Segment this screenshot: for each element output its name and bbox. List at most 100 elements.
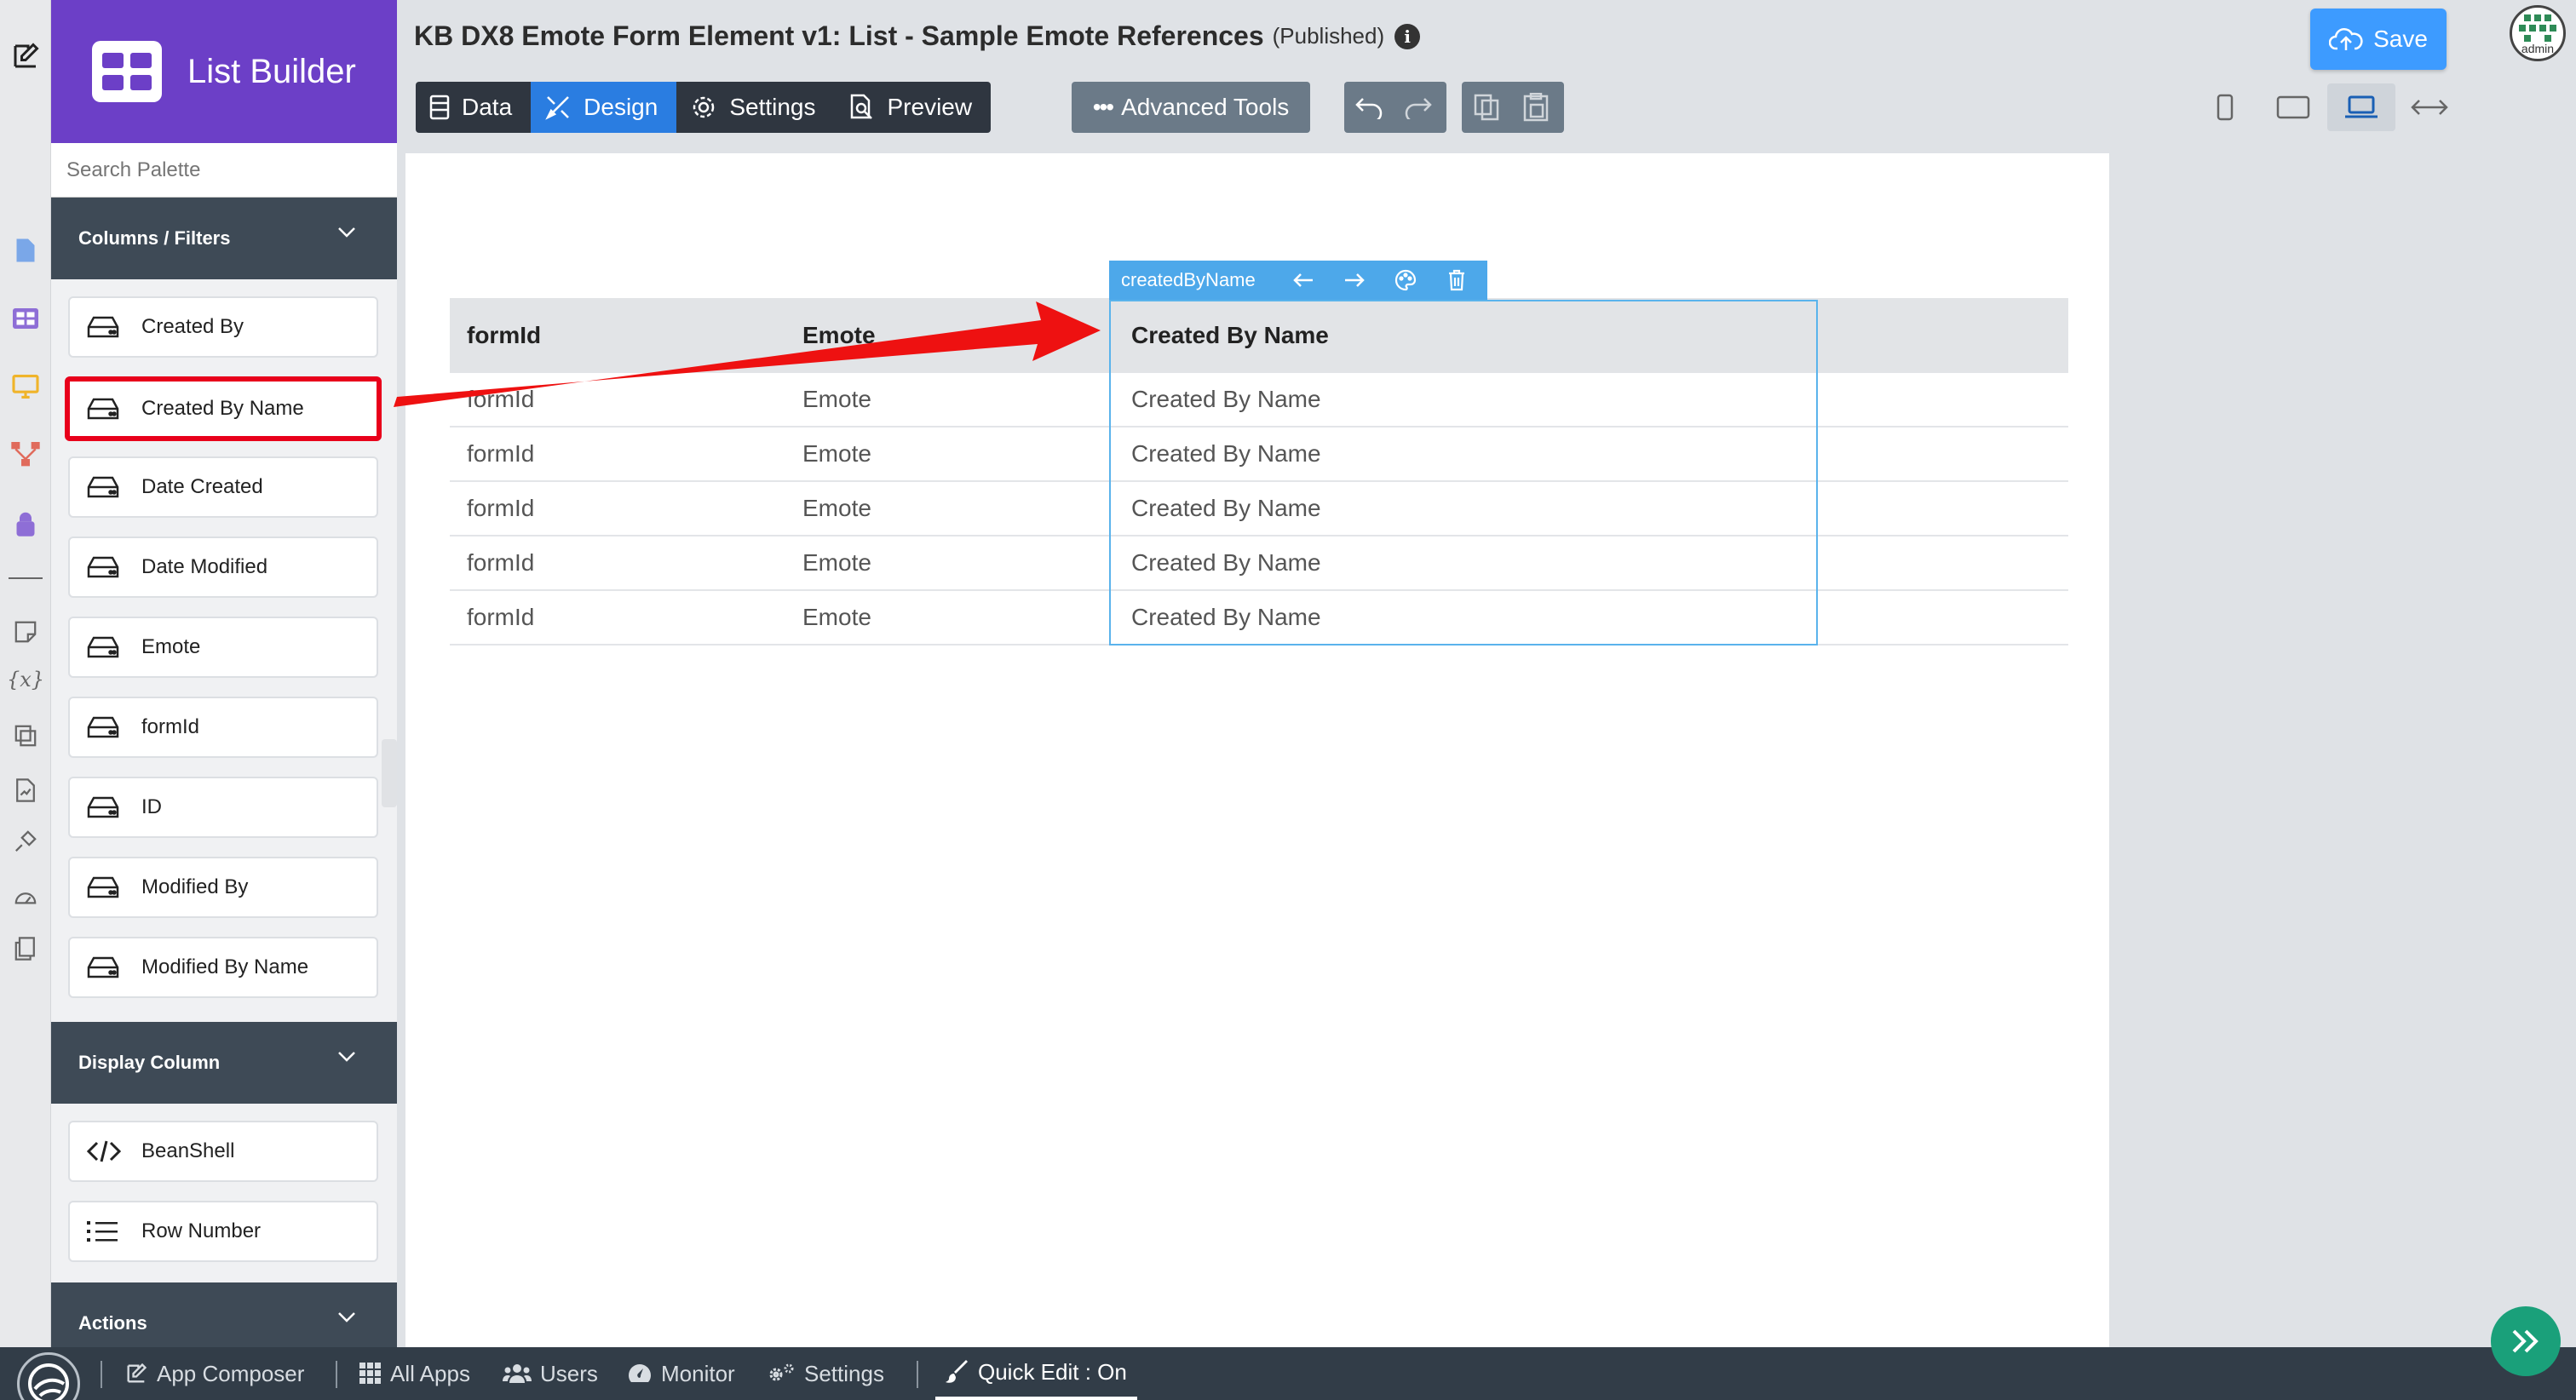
palette-item-label: formId <box>141 715 200 738</box>
info-icon[interactable]: i <box>1394 23 1421 49</box>
palette-search-input[interactable] <box>51 143 397 197</box>
edit-icon[interactable] <box>10 41 41 72</box>
table-cell: Created By Name <box>1131 440 1321 467</box>
section-display-column[interactable]: Display Column <box>51 1022 397 1104</box>
preview-icon <box>850 94 872 119</box>
palette-item[interactable]: Created By <box>68 296 378 358</box>
chevron-down-icon <box>338 227 355 238</box>
palette-item[interactable]: Row Number <box>68 1201 378 1262</box>
table-cell: formId <box>467 604 535 630</box>
palette-item[interactable]: Date Modified <box>68 536 378 598</box>
palette-collapse-handle[interactable] <box>382 739 397 807</box>
plugin-icon[interactable] <box>10 826 41 857</box>
table-row: formId Emote Created By Name <box>450 373 2068 427</box>
laptop-view-button[interactable] <box>2327 83 2395 131</box>
cloud-upload-icon <box>2329 28 2363 50</box>
tablet-view-button[interactable] <box>2259 83 2327 131</box>
paste-icon <box>1523 93 1549 122</box>
table-icon <box>429 95 450 120</box>
palette-item[interactable]: Modified By Name <box>68 937 378 998</box>
style-button[interactable] <box>1380 269 1431 291</box>
numbered-list-icon <box>87 1219 121 1243</box>
form-icon[interactable] <box>10 235 41 266</box>
bb-label: Quick Edit : On <box>978 1358 1127 1385</box>
column-field-icon <box>87 397 121 421</box>
builder-tabs: Data Design Settings Preview <box>416 82 992 133</box>
column-header[interactable]: Emote <box>785 322 1114 349</box>
column-field-icon <box>87 795 121 819</box>
palette-item-label: Created By <box>141 315 244 338</box>
quick-edit-toggle[interactable]: Quick Edit : On <box>935 1347 1137 1400</box>
monitor-link[interactable]: Monitor <box>627 1347 735 1400</box>
divider <box>336 1361 337 1388</box>
report-icon[interactable] <box>10 775 41 806</box>
bb-label: Settings <box>804 1360 884 1386</box>
process-icon[interactable] <box>10 439 41 470</box>
expand-panel-button[interactable] <box>2491 1306 2561 1376</box>
palette-item[interactable]: ID <box>68 777 378 838</box>
builder-icon[interactable] <box>10 508 41 538</box>
copy-button[interactable] <box>1462 82 1511 133</box>
chevron-down-icon <box>338 1312 355 1323</box>
image-resource-icon[interactable] <box>10 720 41 751</box>
undo-button[interactable] <box>1344 82 1394 133</box>
palette-item[interactable]: Modified By <box>68 857 378 918</box>
settings-link[interactable]: Settings <box>767 1347 884 1400</box>
tab-settings[interactable]: Settings <box>676 82 834 133</box>
icon-rail: {x} <box>0 0 51 1347</box>
section-columns-filters[interactable]: Columns / Filters <box>51 198 397 279</box>
all-apps-link[interactable]: All Apps <box>359 1347 470 1400</box>
palette-item[interactable]: Emote <box>68 617 378 678</box>
paste-button[interactable] <box>1511 82 1561 133</box>
delete-button[interactable] <box>1431 269 1482 291</box>
column-header-selected[interactable]: Created By Name <box>1114 322 1823 349</box>
list-builder-logo-icon <box>92 41 162 102</box>
mobile-view-button[interactable] <box>2191 83 2259 131</box>
column-header[interactable]: formId <box>450 322 785 349</box>
trash-icon <box>1448 269 1464 291</box>
palette-item-highlighted[interactable]: Created By Name <box>65 376 382 441</box>
variable-icon[interactable]: {x} <box>7 664 44 695</box>
joget-logo-icon[interactable] <box>17 1352 80 1400</box>
save-button[interactable]: Save <box>2310 9 2447 70</box>
move-left-button[interactable] <box>1278 272 1329 289</box>
brand-name: List Builder <box>187 52 356 90</box>
palette-item[interactable]: BeanShell <box>68 1121 378 1182</box>
divider <box>917 1361 918 1388</box>
tab-preview[interactable]: Preview <box>835 82 992 133</box>
users-link[interactable]: Users <box>503 1347 598 1400</box>
expand-horizontal-icon <box>2411 100 2448 115</box>
note-icon[interactable] <box>10 617 41 647</box>
undo-redo-group <box>1344 82 1446 133</box>
double-chevron-right-icon <box>2512 1329 2539 1353</box>
move-right-button[interactable] <box>1329 272 1380 289</box>
avatar[interactable]: admin <box>2510 5 2566 61</box>
table-row: formId Emote Created By Name <box>450 482 2068 536</box>
palette-item[interactable]: formId <box>68 697 378 758</box>
palette-item-label: Created By Name <box>141 397 304 420</box>
tablet-icon <box>2276 95 2310 119</box>
redo-button[interactable] <box>1394 82 1443 133</box>
column-selection-toolbar: createdByName <box>1109 261 1487 300</box>
phone-icon <box>2217 94 2234 121</box>
list-icon[interactable] <box>10 303 41 334</box>
userview-icon[interactable] <box>10 371 41 402</box>
table-cell: Created By Name <box>1131 495 1321 521</box>
fullwidth-view-button[interactable] <box>2395 83 2464 131</box>
code-icon <box>87 1139 121 1163</box>
logs-icon[interactable] <box>10 933 41 964</box>
tab-data[interactable]: Data <box>416 82 531 133</box>
gear-icon <box>693 96 715 118</box>
copy-paste-group <box>1462 82 1564 133</box>
palette-item[interactable]: Date Created <box>68 456 378 518</box>
tab-design[interactable]: Design <box>531 82 677 133</box>
bb-label: Monitor <box>661 1360 735 1386</box>
palette-search <box>51 143 397 198</box>
column-field-icon <box>87 715 121 739</box>
grid-icon <box>359 1363 381 1384</box>
advanced-tools-button[interactable]: ••• Advanced Tools <box>1072 82 1310 133</box>
gears-icon <box>769 1363 794 1381</box>
performance-icon[interactable] <box>10 881 41 911</box>
app-composer-link[interactable]: App Composer <box>124 1347 304 1400</box>
table-cell: Emote <box>802 604 871 630</box>
